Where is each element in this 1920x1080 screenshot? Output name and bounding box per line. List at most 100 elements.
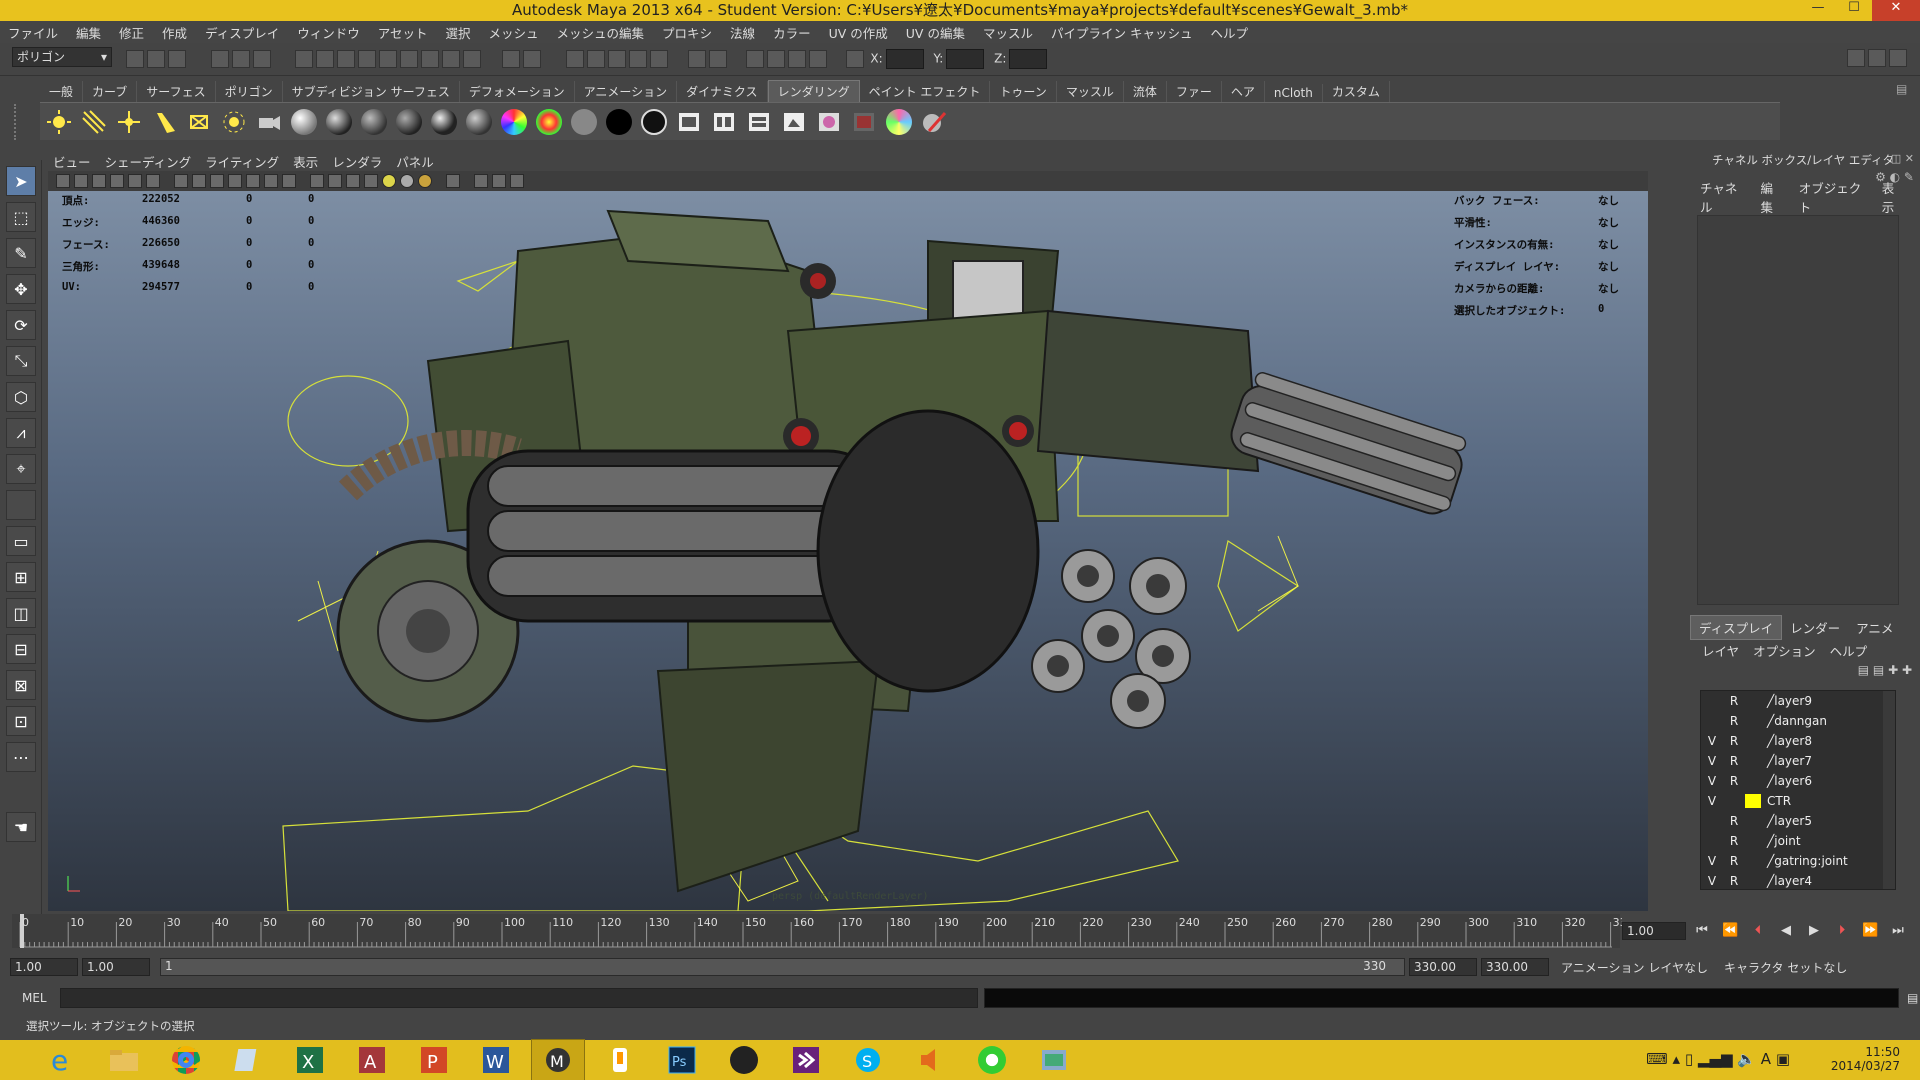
select-hierarchy-icon[interactable] (210, 50, 229, 68)
menu-select[interactable]: 選択 (445, 23, 470, 42)
layer-type-toggle[interactable]: R (1723, 694, 1745, 708)
volume-light-icon[interactable] (219, 107, 249, 137)
tab-fluids[interactable]: 流体 (1124, 81, 1167, 102)
tab-curves[interactable]: カーブ (83, 81, 138, 102)
render-current-frame-icon[interactable] (709, 50, 728, 68)
tab-polygons[interactable]: ポリゴン (216, 81, 283, 102)
blinn-shader-icon[interactable] (324, 107, 354, 137)
grease-pencil-icon[interactable] (146, 174, 160, 188)
menu-mesh[interactable]: メッシュ (489, 23, 539, 42)
step-forward-frame-icon[interactable]: ⏵ (1834, 924, 1850, 938)
screen-space-ao-icon[interactable] (418, 174, 432, 188)
layout-custom-icon[interactable]: ⋯ (6, 742, 36, 772)
render-view-shelf-icon[interactable] (674, 107, 704, 137)
skype-icon[interactable]: S (842, 1040, 894, 1080)
input-line-icon[interactable] (845, 50, 864, 68)
script-language-toggle[interactable]: MEL (0, 991, 60, 1005)
channel-box-area[interactable] (1697, 215, 1899, 605)
menu-pipeline-cache[interactable]: パイプライン キャッシュ (1051, 23, 1192, 42)
area-light-icon[interactable] (184, 107, 214, 137)
layer-color-swatch[interactable] (1745, 734, 1761, 748)
move-tool-icon[interactable]: ✥ (6, 274, 36, 304)
photoshop-icon[interactable]: Ps (656, 1040, 708, 1080)
use-background-icon[interactable] (604, 107, 634, 137)
layer-type-toggle[interactable]: R (1723, 854, 1745, 868)
open-scene-icon[interactable] (147, 50, 165, 68)
grid-icon[interactable] (174, 174, 188, 188)
last-tool-icon[interactable] (6, 490, 36, 520)
layout-single-pane-icon[interactable]: ▭ (6, 526, 36, 556)
universal-manipulator-icon[interactable]: ⬡ (6, 382, 36, 412)
layer-row[interactable]: R ╱ joint (1701, 831, 1895, 851)
soft-modification-icon[interactable]: ⩘ (6, 418, 36, 448)
layer-color-swatch[interactable] (1745, 774, 1761, 788)
playback-start-field[interactable]: 1.00 (82, 958, 150, 976)
panel-menu-renderer[interactable]: レンダラ (332, 152, 382, 171)
tab-animation[interactable]: アニメーション (575, 81, 678, 102)
rotate-tool-icon[interactable]: ⟳ (6, 310, 36, 340)
layer-menu-layers[interactable]: レイヤ (1702, 641, 1739, 660)
layer-type-toggle[interactable]: R (1723, 734, 1745, 748)
phong-shader-icon[interactable] (394, 107, 424, 137)
safe-title-icon[interactable] (282, 174, 296, 188)
menu-modify[interactable]: 修正 (119, 23, 144, 42)
snap-curve-icon[interactable] (586, 50, 605, 68)
layer-type-toggle[interactable]: R (1723, 714, 1745, 728)
layer-type-toggle[interactable]: R (1723, 874, 1745, 888)
step-back-key-icon[interactable]: ⏪ (1722, 924, 1738, 938)
2d-pan-zoom-icon[interactable] (128, 174, 142, 188)
layer-row[interactable]: V R ╱ layer6 (1701, 771, 1895, 791)
layer-visibility-toggle[interactable]: V (1701, 734, 1723, 748)
play-backwards-icon[interactable]: ◀ (1778, 924, 1794, 938)
viewport-persp[interactable]: 頂点: 222052 0 0 エッジ: 446360 0 0 フェース: 226650 0 0 三… (48, 191, 1648, 911)
select-camera-icon[interactable] (56, 174, 70, 188)
layout-four-pane-icon[interactable]: ⊞ (6, 562, 36, 592)
point-light-icon[interactable] (114, 107, 144, 137)
panel-menu-lighting[interactable]: ライティング (205, 152, 279, 171)
tab-deformation[interactable]: デフォメーション (460, 81, 575, 102)
layer-color-swatch[interactable] (1745, 794, 1761, 808)
hypershade-icon[interactable] (808, 50, 827, 68)
menu-window[interactable]: ウィンドウ (297, 23, 360, 42)
layer-type-toggle[interactable]: R (1723, 814, 1745, 828)
tab-fur[interactable]: ファー (1167, 81, 1222, 102)
green-app-icon[interactable] (966, 1040, 1018, 1080)
anim-layer-dropdown[interactable]: アニメーション レイヤなし (1561, 959, 1708, 976)
ime-mode-icon[interactable]: A (1761, 1050, 1771, 1068)
step-forward-key-icon[interactable]: ⏩ (1862, 924, 1878, 938)
panel-menu-panels[interactable]: パネル (396, 152, 434, 171)
layer-color-swatch[interactable] (1745, 874, 1761, 888)
mask-dropdown-icon[interactable] (295, 50, 314, 68)
shadows-icon[interactable] (400, 174, 414, 188)
layer-type-toggle[interactable]: R (1723, 834, 1745, 848)
app-taskbar-icon[interactable] (594, 1040, 646, 1080)
pick-dynamics-icon[interactable] (421, 50, 440, 68)
x-field[interactable] (885, 49, 924, 69)
range-slider[interactable]: 1 330 (160, 958, 1405, 976)
menu-file[interactable]: ファイル (8, 23, 58, 42)
make-live-icon[interactable] (649, 50, 668, 68)
menu-create-uvs[interactable]: UV の作成 (829, 23, 888, 42)
select-object-icon[interactable] (231, 50, 250, 68)
layer-row[interactable]: R ╱ danngan (1701, 711, 1895, 731)
powerpoint-icon[interactable]: P (408, 1040, 460, 1080)
layer-row[interactable]: V R ╱ layer4 (1701, 871, 1895, 891)
scale-tool-icon[interactable]: ⤡ (6, 346, 36, 376)
isolate-select-icon[interactable] (446, 174, 460, 188)
pick-surfaces-icon[interactable] (379, 50, 398, 68)
cb-menu-object[interactable]: オブジェクト (1799, 178, 1866, 216)
maximize-button[interactable]: ☐ (1836, 0, 1872, 21)
tool-settings-toggle-icon[interactable] (1868, 49, 1886, 67)
tab-toon[interactable]: トゥーン (990, 81, 1057, 102)
pick-deformations-icon[interactable] (400, 50, 419, 68)
menu-set-dropdown[interactable]: ポリゴン ▾ (12, 47, 112, 67)
layer-row[interactable]: V R ╱ layer8 (1701, 731, 1895, 751)
layer-visibility-toggle[interactable]: V (1701, 754, 1723, 768)
tab-paint-effects[interactable]: ペイント エフェクト (860, 81, 991, 102)
cb-menu-edit[interactable]: 編集 (1760, 178, 1782, 216)
word-icon[interactable]: W (470, 1040, 522, 1080)
layer-color-swatch[interactable] (1745, 834, 1761, 848)
playback-end-field[interactable]: 330.00 (1409, 958, 1477, 976)
paint-effects-icon[interactable] (884, 107, 914, 137)
anisotropic-shader-icon[interactable] (464, 107, 494, 137)
